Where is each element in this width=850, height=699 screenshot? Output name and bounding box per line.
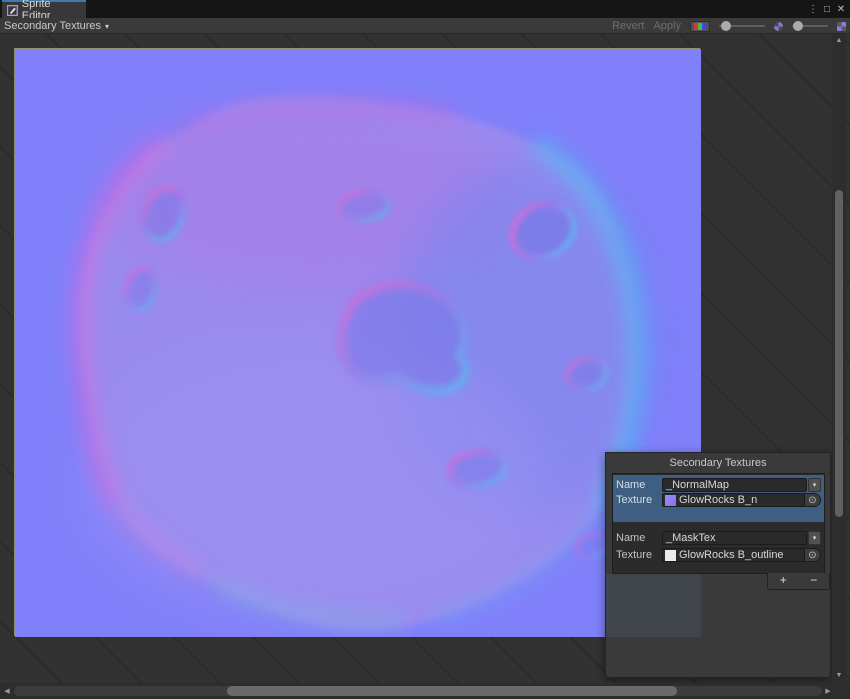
texture-entry-masktex[interactable]: Name _MaskTex ▾ Texture GlowRocks B_outl… (613, 522, 824, 563)
maximize-icon[interactable]: □ (820, 4, 834, 15)
chevron-down-icon: ▾ (105, 22, 109, 31)
vertical-scrollbar-thumb[interactable] (835, 190, 843, 517)
menu-icon[interactable]: ⋮ (806, 4, 820, 15)
texture-object-field[interactable]: GlowRocks B_n ⊙ (662, 493, 821, 507)
name-dropdown-button[interactable]: ▾ (808, 531, 821, 545)
revert-button[interactable]: Revert (612, 20, 644, 32)
mode-dropdown-label: Secondary Textures (4, 20, 101, 32)
object-picker-button[interactable]: ⊙ (804, 548, 820, 562)
close-icon[interactable]: ✕ (834, 4, 848, 15)
object-picker-icon: ⊙ (808, 495, 816, 506)
texture-object-field[interactable]: GlowRocks B_outline ⊙ (662, 548, 821, 562)
name-field[interactable]: _NormalMap (662, 478, 807, 492)
chevron-down-icon: ▾ (813, 481, 817, 489)
mipmap-icon (774, 22, 783, 31)
panel-title: Secondary Textures (606, 453, 830, 473)
name-row: Name _NormalMap ▾ (616, 475, 821, 491)
vertical-scrollbar[interactable]: ▲ ▼ (832, 34, 846, 684)
add-entry-button[interactable]: + (768, 573, 799, 589)
name-label: Name (616, 479, 662, 491)
tab-sprite-editor[interactable]: Sprite Editor (2, 0, 86, 18)
texture-label: Texture (616, 494, 662, 506)
panel-translucent-region (606, 574, 701, 637)
mip-slider[interactable] (719, 21, 765, 31)
horizontal-scrollbar-thumb[interactable] (227, 686, 677, 696)
mode-dropdown[interactable]: Secondary Textures ▾ (4, 19, 109, 33)
object-picker-icon: ⊙ (808, 550, 816, 561)
apply-button[interactable]: Apply (653, 20, 681, 32)
secondary-texture-list: Name _NormalMap ▾ Texture GlowRocks B_n … (612, 473, 825, 574)
texture-row: Texture GlowRocks B_outline ⊙ (616, 547, 821, 563)
scroll-down-icon[interactable]: ▼ (832, 672, 846, 679)
list-footer: + − (767, 573, 830, 590)
sprite-canvas[interactable] (14, 48, 700, 636)
secondary-textures-panel: Secondary Textures Name _NormalMap ▾ Tex… (605, 452, 831, 678)
editor-workspace: Secondary Textures Name _NormalMap ▾ Tex… (0, 34, 850, 699)
remove-entry-button[interactable]: − (799, 573, 830, 589)
alpha-icon (837, 22, 846, 31)
texture-thumbnail (665, 550, 676, 561)
texture-label: Texture (616, 549, 662, 561)
name-row: Name _MaskTex ▾ (616, 530, 821, 546)
horizontal-scrollbar[interactable]: ◀ ▶ (0, 683, 850, 699)
alpha-slider[interactable] (792, 21, 828, 31)
texture-name: GlowRocks B_outline (679, 549, 784, 561)
title-bar: Sprite Editor ⋮ □ ✕ (0, 0, 850, 18)
name-label: Name (616, 532, 662, 544)
scroll-up-icon[interactable]: ▲ (832, 37, 846, 44)
color-channels-button[interactable] (690, 21, 710, 32)
normal-map-image (15, 49, 701, 637)
name-dropdown-button[interactable]: ▾ (808, 478, 821, 492)
texture-row: Texture GlowRocks B_n ⊙ (616, 492, 821, 508)
rgb-icon (694, 23, 706, 30)
scroll-left-icon[interactable]: ◀ (1, 687, 13, 695)
toolbar: Secondary Textures ▾ Revert Apply (0, 18, 850, 34)
sprite-editor-icon (7, 5, 18, 16)
mip-slider-handle[interactable] (721, 21, 731, 31)
scroll-right-icon[interactable]: ▶ (822, 687, 834, 695)
name-field[interactable]: _MaskTex (662, 531, 807, 545)
texture-entry-normalmap[interactable]: Name _NormalMap ▾ Texture GlowRocks B_n … (613, 475, 824, 522)
chevron-down-icon: ▾ (813, 534, 817, 542)
alpha-slider-handle[interactable] (793, 21, 803, 31)
texture-thumbnail (665, 495, 676, 506)
texture-name: GlowRocks B_n (679, 494, 757, 506)
object-picker-button[interactable]: ⊙ (804, 493, 820, 507)
